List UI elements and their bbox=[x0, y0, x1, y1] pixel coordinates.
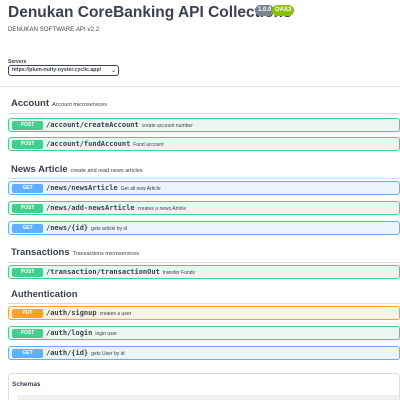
operation-path: /account/fundAccount Fund account bbox=[46, 140, 164, 148]
operation-post-account-createaccount[interactable]: POST /account/createAccount create accoun… bbox=[8, 118, 400, 132]
method-badge: PUT bbox=[12, 308, 43, 318]
operation-path: /news/add-newsArticle creates a news Arti… bbox=[46, 204, 187, 212]
api-info-header: Denukan CoreBanking API Collections 1.0.… bbox=[8, 4, 398, 40]
section-divider bbox=[8, 178, 400, 179]
operation-get-news-id[interactable]: GET /news/{id} gets article by id bbox=[8, 221, 400, 235]
page-title: Denukan CoreBanking API Collections bbox=[8, 4, 292, 21]
method-badge: POST bbox=[12, 203, 43, 213]
operation-summary: gets User by id bbox=[91, 351, 125, 357]
section-description: Transactions microservices bbox=[72, 251, 140, 257]
operation-summary: Fund account bbox=[133, 142, 164, 148]
schemas-section[interactable]: Schemas bbox=[8, 373, 400, 400]
method-badge: GET bbox=[12, 348, 43, 358]
operation-get-auth-id[interactable]: GET /auth/{id} gets User by id bbox=[8, 346, 400, 360]
operation-post-news-add-newsarticle[interactable]: POST /news/add-newsArticle creates a news… bbox=[8, 201, 400, 215]
operation-summary: login user bbox=[95, 331, 118, 337]
section-account[interactable]: Account Account microservices bbox=[11, 98, 107, 109]
section-description: create and read news articles bbox=[70, 168, 143, 174]
servers-select[interactable]: https://plum-nutty-oyster.cyclic.app/ ⌄ bbox=[8, 65, 119, 76]
method-badge: POST bbox=[12, 328, 43, 338]
api-subtitle: DENUKAN SOFTWARE API v2.2 bbox=[8, 27, 100, 33]
method-badge: POST bbox=[12, 139, 43, 149]
operation-path: /auth/login login user bbox=[46, 329, 118, 337]
operation-summary: creates a news Article bbox=[137, 206, 187, 212]
operation-post-auth-login[interactable]: POST /auth/login login user bbox=[8, 326, 400, 340]
operation-summary: gets article by id bbox=[91, 226, 128, 232]
divider bbox=[0, 86, 400, 87]
section-authentication[interactable]: Authentication bbox=[11, 289, 78, 300]
operation-get-news-newsarticle[interactable]: GET /news/newsArticle Get all new Article bbox=[8, 181, 400, 195]
schemas-title: Schemas bbox=[12, 381, 41, 388]
schemas-content bbox=[17, 395, 399, 400]
section-description: Account microservices bbox=[52, 102, 108, 108]
method-badge: GET bbox=[12, 223, 43, 233]
operation-post-transaction-transactionout[interactable]: POST /transaction/transactionOut transfer… bbox=[8, 265, 400, 279]
method-badge: GET bbox=[12, 183, 43, 193]
section-divider bbox=[8, 262, 400, 263]
method-badge: POST bbox=[12, 120, 43, 130]
operation-path: /auth/signup creates a user bbox=[46, 309, 132, 317]
operation-path: /news/newsArticle Get all new Article bbox=[46, 184, 161, 192]
operation-summary: creates a user bbox=[99, 311, 132, 317]
operation-path: /auth/{id} gets User by id bbox=[46, 349, 125, 357]
operation-path: /transaction/transactionOut transfer Fund… bbox=[46, 268, 196, 276]
section-transactions[interactable]: Transactions Transactions microservices bbox=[11, 247, 139, 258]
operation-put-auth-signup[interactable]: PUT /auth/signup creates a user bbox=[8, 306, 400, 320]
method-badge: POST bbox=[12, 267, 43, 277]
section-divider bbox=[8, 303, 400, 304]
section-news-article[interactable]: News Article create and read news article… bbox=[11, 164, 143, 175]
section-divider bbox=[8, 113, 400, 114]
chevron-down-icon: ⌄ bbox=[110, 68, 116, 74]
section-title: News Article bbox=[11, 164, 68, 175]
oas-badge: OAS3 bbox=[272, 5, 295, 16]
section-title: Authentication bbox=[11, 289, 78, 300]
servers-selected-value: https://plum-nutty-oyster.cyclic.app/ bbox=[12, 67, 102, 73]
operation-post-account-fundaccount[interactable]: POST /account/fundAccount Fund account bbox=[8, 137, 400, 151]
section-title: Transactions bbox=[11, 247, 70, 258]
operation-summary: transfer Funds bbox=[162, 270, 196, 276]
operation-summary: create account number bbox=[141, 123, 193, 129]
operation-path: /account/createAccount create account num… bbox=[46, 121, 193, 129]
operation-path: /news/{id} gets article by id bbox=[46, 224, 128, 232]
section-title: Account bbox=[11, 98, 49, 109]
servers-section: Servers https://plum-nutty-oyster.cyclic… bbox=[8, 59, 119, 76]
operation-summary: Get all new Article bbox=[120, 186, 161, 192]
